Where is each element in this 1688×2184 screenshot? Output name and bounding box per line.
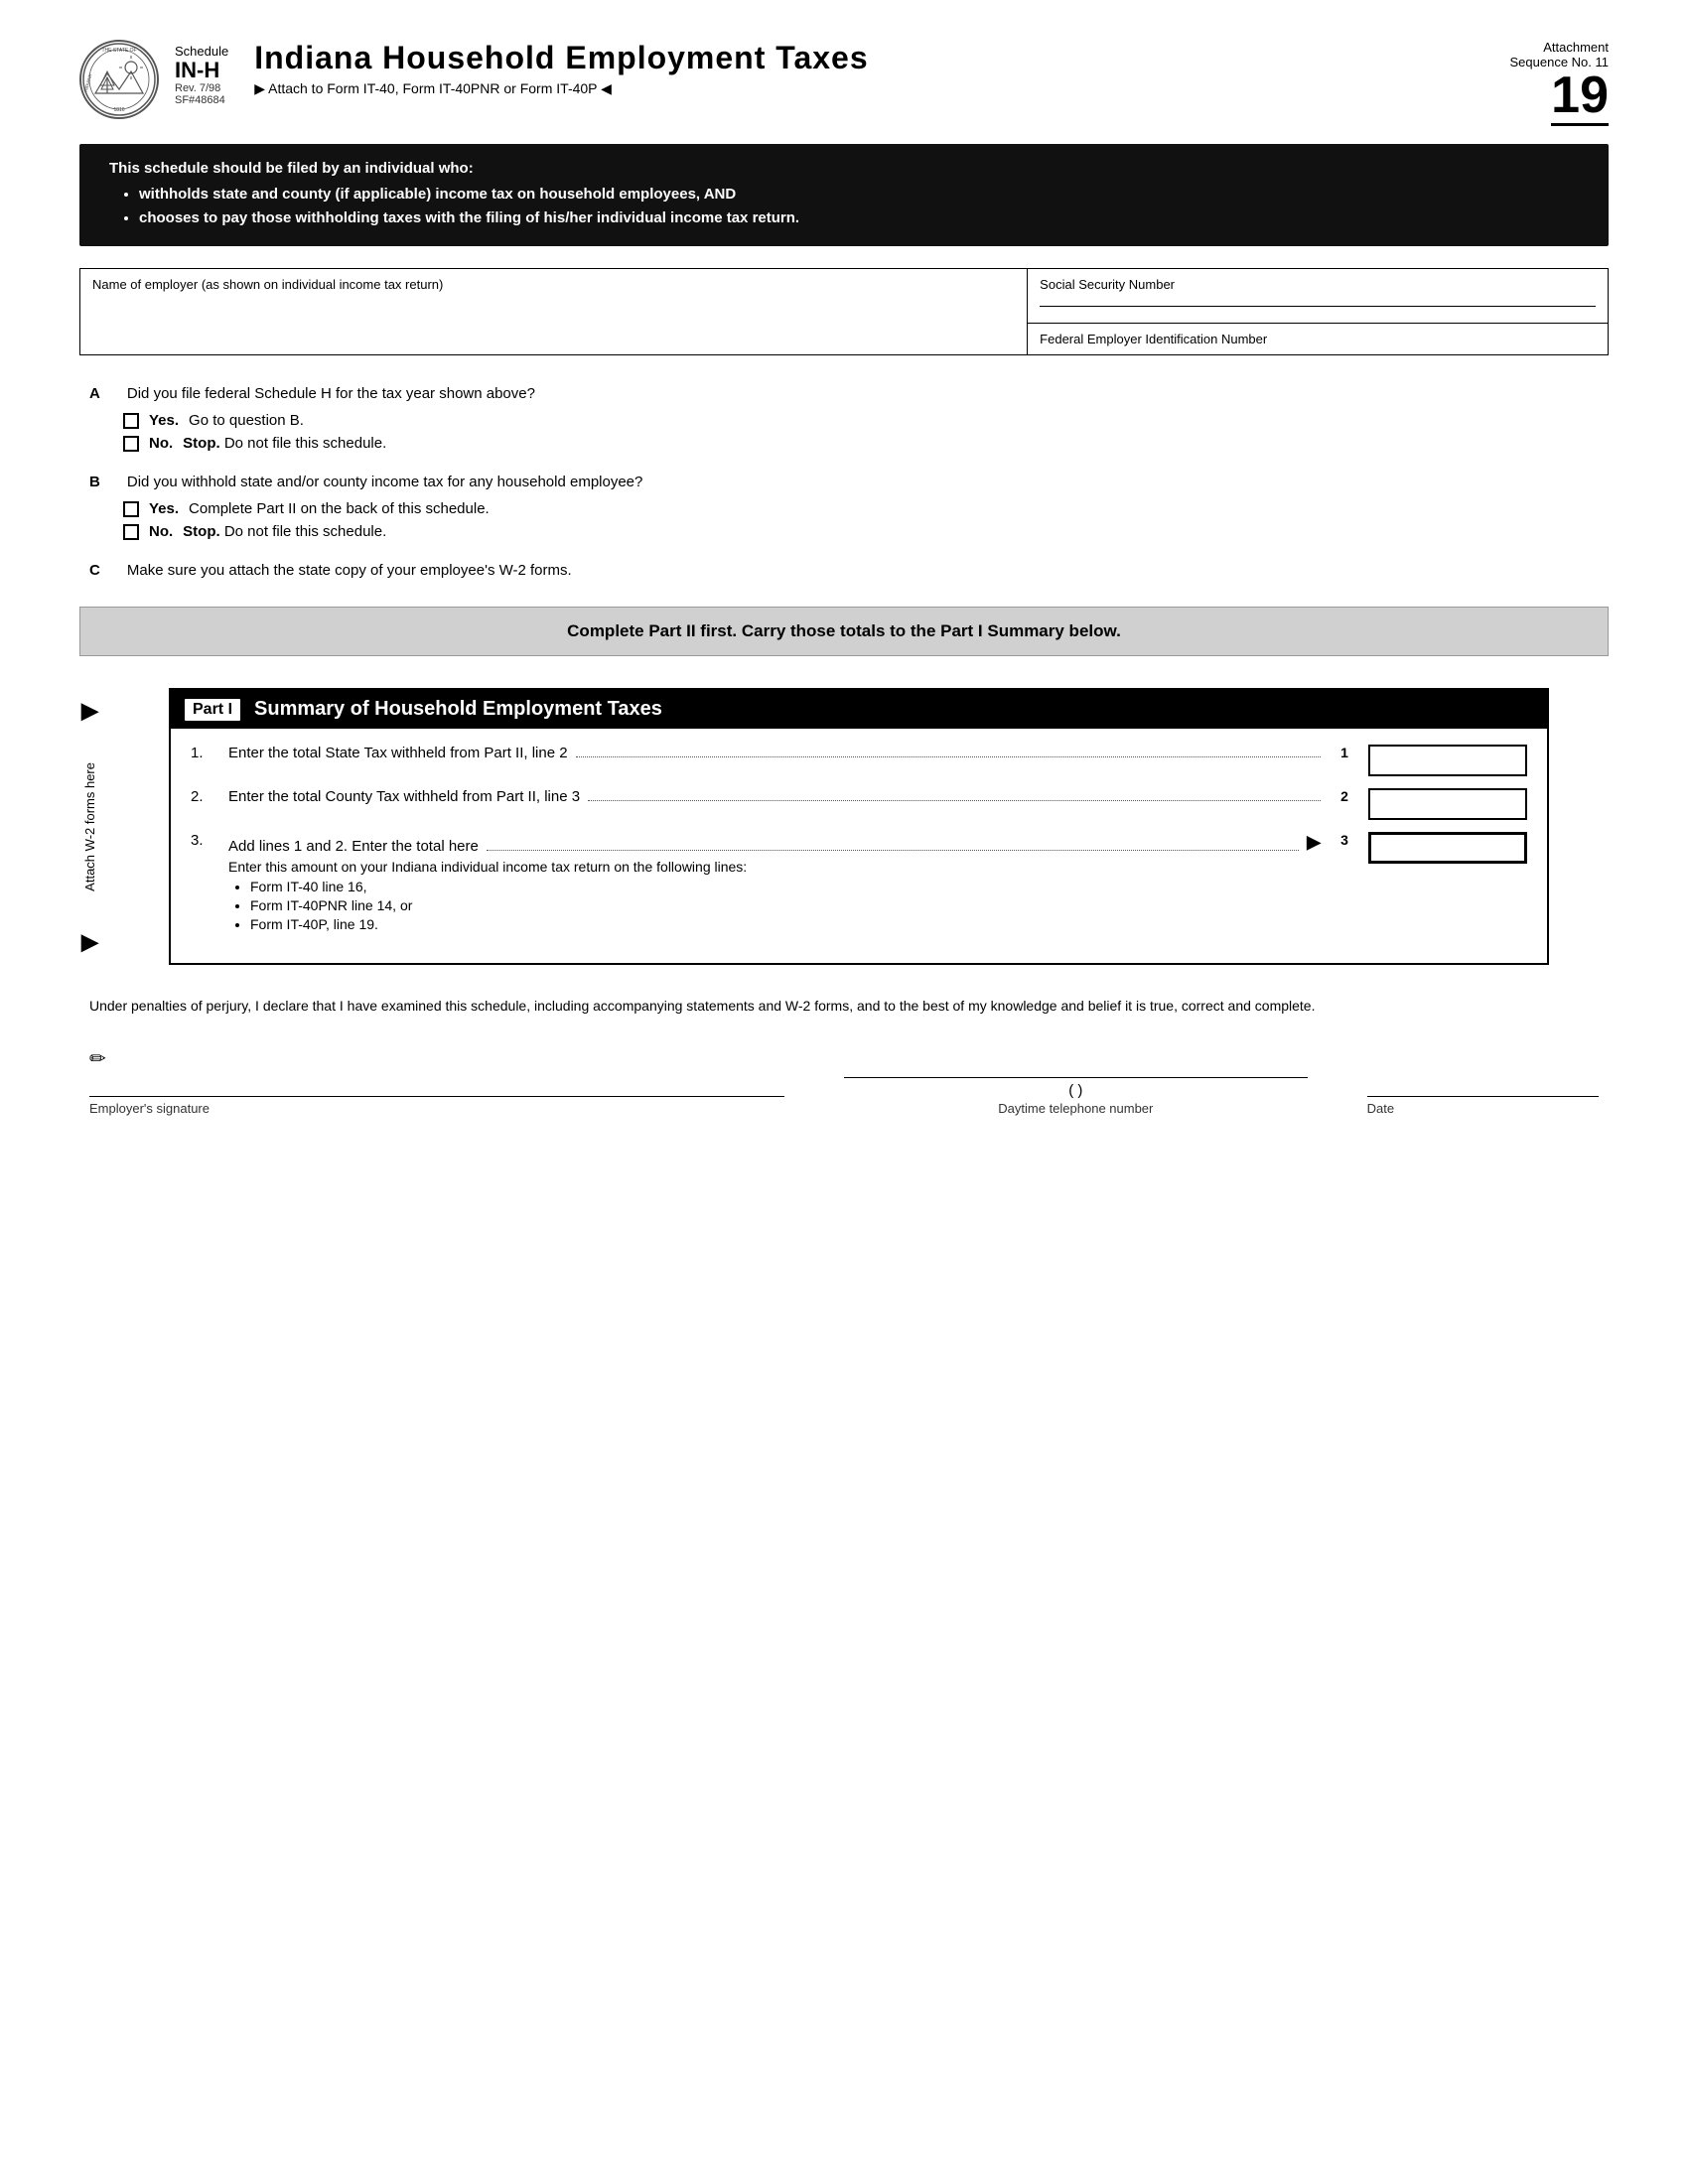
title-block: Indiana Household Employment Taxes ▶ Att…: [244, 40, 868, 97]
part1-title: Summary of Household Employment Taxes: [254, 698, 662, 721]
part1-body: 1. Enter the total State Tax withheld fr…: [171, 729, 1547, 963]
line-2-box-num: 2: [1331, 788, 1358, 804]
info-bullets: withholds state and county (if applicabl…: [109, 183, 1579, 230]
perjury-text: Under penalties of perjury, I declare th…: [89, 998, 1315, 1014]
qa-answer-b-no: No. Stop. Do not file this schedule.: [123, 523, 1599, 540]
sig-icon: ✏: [89, 1046, 1599, 1071]
line-1: 1. Enter the total State Tax withheld fr…: [191, 745, 1527, 776]
svg-text:1816: 1816: [113, 107, 124, 113]
info-bullet-1: withholds state and county (if applicabl…: [139, 183, 1579, 206]
page-header: THE STATE OF 1816 INDIANA Schedule IN-H …: [79, 40, 1609, 126]
date-label: Date: [1367, 1101, 1599, 1116]
qa-answers-b: Yes. Complete Part II on the back of thi…: [123, 500, 1599, 540]
qa-section: A Did you file federal Schedule H for th…: [79, 385, 1609, 579]
line-3-desc: Add lines 1 and 2. Enter the total here: [228, 838, 479, 855]
line-3-input[interactable]: [1368, 832, 1527, 864]
qa-answer-a-no: No. Stop. Do not file this schedule.: [123, 435, 1599, 452]
employer-name-label: Name of employer (as shown on individual…: [92, 277, 443, 292]
no-label-a: No.: [149, 435, 173, 452]
qa-question-c: Make sure you attach the state copy of y…: [127, 562, 572, 579]
question-b: B Did you withhold state and/or county i…: [89, 474, 1599, 540]
part1-container: Part I Summary of Household Employment T…: [169, 688, 1549, 965]
attach-instructions: ▶ Attach to Form IT-40, Form IT-40PNR or…: [254, 80, 612, 97]
part2-instruction-text: Complete Part II first. Carry those tota…: [567, 621, 1121, 640]
part1-header: Part I Summary of Household Employment T…: [171, 690, 1547, 729]
qa-answers-a: Yes. Go to question B. No. Stop. Do not …: [123, 412, 1599, 452]
question-c: C Make sure you attach the state copy of…: [89, 562, 1599, 579]
state-seal: THE STATE OF 1816 INDIANA: [79, 40, 159, 119]
signature-section: ✏ Employer's signature ( ) Daytime telep…: [89, 1046, 1599, 1116]
line-3-bullet-1: Form IT-40 line 16,: [250, 879, 1321, 894]
line-2-desc: Enter the total County Tax withheld from…: [228, 788, 580, 805]
attachment-label: Attachment: [1543, 40, 1609, 55]
line-3-bullets: Form IT-40 line 16, Form IT-40PNR line 1…: [228, 879, 1321, 932]
checkbox-b-yes[interactable]: [123, 501, 139, 517]
phone-field[interactable]: ( ) Daytime telephone number: [844, 1077, 1308, 1116]
line-3-box-num: 3: [1331, 832, 1358, 848]
qa-letter-b: B: [89, 474, 109, 490]
part1-label: Part I: [185, 699, 240, 721]
qa-question-b: Did you withhold state and/or county inc…: [127, 474, 642, 490]
line-1-desc: Enter the total State Tax withheld from …: [228, 745, 568, 761]
line-2-num: 2.: [191, 788, 218, 805]
yes-label-b: Yes.: [149, 500, 179, 517]
line-3-bullet-2: Form IT-40PNR line 14, or: [250, 897, 1321, 913]
employer-sig-field[interactable]: Employer's signature: [89, 1096, 784, 1116]
info-box: This schedule should be filed by an indi…: [79, 144, 1609, 246]
tax-year: 19: [1551, 69, 1609, 126]
line-3-sub: Enter this amount on your Indiana indivi…: [228, 859, 1321, 932]
line-3-bullet-3: Form IT-40P, line 19.: [250, 916, 1321, 932]
svg-text:THE STATE OF: THE STATE OF: [101, 48, 136, 54]
ssn-cell: Social Security Number: [1028, 269, 1609, 324]
checkbox-a-yes[interactable]: [123, 413, 139, 429]
phone-parens: ( ): [844, 1082, 1308, 1099]
no-label-b: No.: [149, 523, 173, 540]
date-field[interactable]: Date: [1367, 1096, 1599, 1116]
fein-label: Federal Employer Identification Number: [1040, 332, 1267, 346]
line-2-input[interactable]: [1368, 788, 1527, 820]
qa-letter-a: A: [89, 385, 109, 402]
employer-sig-label: Employer's signature: [89, 1101, 784, 1116]
part2-instruction-box: Complete Part II first. Carry those tota…: [79, 607, 1609, 656]
checkbox-b-no[interactable]: [123, 524, 139, 540]
line-1-box-num: 1: [1331, 745, 1358, 760]
no-detail-a: Stop. Do not file this schedule.: [183, 435, 386, 452]
qa-letter-c: C: [89, 562, 109, 579]
yes-detail-a: Go to question B.: [189, 412, 304, 429]
qa-question-a: Did you file federal Schedule H for the …: [127, 385, 535, 402]
line-1-num: 1.: [191, 745, 218, 761]
no-detail-b: Stop. Do not file this schedule.: [183, 523, 386, 540]
arrow-bottom: ▶: [81, 929, 98, 955]
schedule-label: Schedule: [175, 44, 228, 59]
qa-answer-a-yes: Yes. Go to question B.: [123, 412, 1599, 429]
yes-detail-b: Complete Part II on the back of this sch…: [189, 500, 490, 517]
question-a: A Did you file federal Schedule H for th…: [89, 385, 1599, 452]
fein-cell: Federal Employer Identification Number: [1028, 324, 1609, 355]
line-3-arrow: ▶: [1307, 832, 1321, 853]
line-3: 3. Add lines 1 and 2. Enter the total he…: [191, 832, 1527, 935]
title-subtitle: ▶ Attach to Form IT-40, Form IT-40PNR or…: [254, 80, 868, 97]
phone-label: Daytime telephone number: [844, 1101, 1308, 1116]
info-bullet-2: chooses to pay those withholding taxes w…: [139, 206, 1579, 230]
line-2: 2. Enter the total County Tax withheld f…: [191, 788, 1527, 820]
schedule-sf: SF#48684: [175, 94, 228, 106]
year-block: Attachment Sequence No. 11 19: [1450, 40, 1609, 126]
employer-name-cell: Name of employer (as shown on individual…: [80, 269, 1028, 355]
form-title: Indiana Household Employment Taxes: [254, 40, 868, 76]
employer-table: Name of employer (as shown on individual…: [79, 268, 1609, 355]
yes-label-a: Yes.: [149, 412, 179, 429]
schedule-id: IN-H: [175, 59, 228, 82]
arrow-top: ▶: [81, 698, 98, 724]
line-1-input[interactable]: [1368, 745, 1527, 776]
schedule-rev: Rev. 7/98: [175, 82, 228, 94]
attach-w2-label: Attach W-2 forms here: [82, 762, 97, 891]
info-intro: This schedule should be filed by an indi…: [109, 160, 1579, 177]
line-3-num: 3.: [191, 832, 218, 849]
perjury-section: Under penalties of perjury, I declare th…: [89, 995, 1599, 1017]
schedule-block: Schedule IN-H Rev. 7/98 SF#48684: [175, 44, 228, 106]
qa-answer-b-yes: Yes. Complete Part II on the back of thi…: [123, 500, 1599, 517]
checkbox-a-no[interactable]: [123, 436, 139, 452]
ssn-label: Social Security Number: [1040, 277, 1596, 307]
